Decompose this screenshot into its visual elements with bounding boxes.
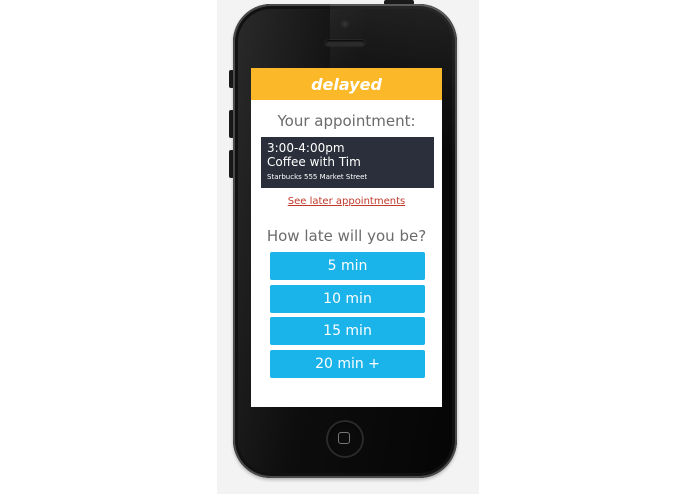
front-camera <box>341 20 349 28</box>
app-screen: delayed Your appointment: 3:00-4:00pm Co… <box>251 68 442 407</box>
late-20-min-plus-button[interactable]: 20 min + <box>270 349 425 378</box>
app-logo: delayed <box>311 74 382 94</box>
home-square-icon <box>338 432 350 444</box>
lateness-question: How late will you be? <box>266 227 427 245</box>
late-5-min-button[interactable]: 5 min <box>270 252 425 280</box>
appointment-title: Coffee with Tim <box>267 155 361 169</box>
appointment-time: 3:00-4:00pm <box>267 141 345 155</box>
late-10-min-button[interactable]: 10 min <box>270 284 425 313</box>
appointment-location: Starbucks 555 Market Street <box>267 173 368 181</box>
appointment-heading: Your appointment: <box>277 112 416 130</box>
late-15-min-button[interactable]: 15 min <box>270 317 425 345</box>
appointment-card[interactable]: 3:00-4:00pm Coffee with Tim Starbucks 55… <box>261 137 434 188</box>
app-header: delayed <box>251 68 442 100</box>
see-later-appointments-link[interactable]: See later appointments <box>251 195 442 208</box>
earpiece-speaker <box>325 40 365 46</box>
lateness-options: 5 min 10 min 15 min 20 min + <box>251 252 442 378</box>
